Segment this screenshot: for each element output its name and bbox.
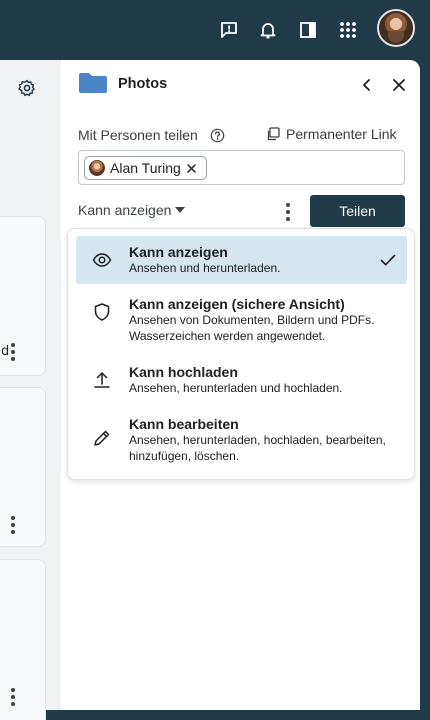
more-options-icon[interactable] <box>280 201 296 223</box>
check-icon <box>380 254 396 266</box>
file-card[interactable] <box>0 387 46 547</box>
menu-item-title: Kann anzeigen (sichere Ansicht) <box>129 296 345 312</box>
gear-icon[interactable] <box>17 78 37 98</box>
card-more-icon[interactable] <box>10 343 16 361</box>
menu-item-description: Ansehen, herunterladen und hochladen. <box>129 381 343 395</box>
card-more-icon[interactable] <box>10 516 16 534</box>
shield-icon <box>94 303 110 321</box>
menu-item-title: Kann hochladen <box>129 364 238 380</box>
permanent-link-label: Permanenter Link <box>286 126 397 142</box>
menu-item-title: Kann anzeigen <box>129 244 228 260</box>
help-circle-icon[interactable] <box>210 128 225 143</box>
apps-grid-icon[interactable] <box>336 18 360 42</box>
file-card[interactable]: d <box>0 216 46 376</box>
caret-down-icon <box>175 207 186 213</box>
bell-icon[interactable] <box>256 18 280 42</box>
remove-chip-icon[interactable] <box>186 162 198 174</box>
menu-item-edit[interactable]: Kann bearbeiten Ansehen, herunterladen, … <box>76 408 407 472</box>
share-recipients-input[interactable]: Alan Turing <box>78 150 405 185</box>
panel-icon[interactable] <box>296 18 320 42</box>
menu-item-description: Ansehen und herunterladen. <box>129 261 281 275</box>
recipient-chip[interactable]: Alan Turing <box>84 156 207 180</box>
permission-menu: Kann anzeigen Ansehen und herunterladen.… <box>67 228 415 480</box>
close-icon[interactable] <box>389 75 409 95</box>
permission-dropdown[interactable]: Kann anzeigen <box>78 202 186 218</box>
background-app-area: d <box>0 60 61 720</box>
chip-name: Alan Turing <box>110 160 181 176</box>
menu-item-description: Ansehen, herunterladen, hochladen, bearb… <box>129 433 386 463</box>
user-avatar[interactable] <box>377 9 415 47</box>
share-button[interactable]: Teilen <box>310 195 405 227</box>
file-card[interactable] <box>0 559 46 720</box>
menu-item-description: Ansehen von Dokumenten, Bildern und PDFs… <box>129 313 375 343</box>
feedback-icon[interactable] <box>217 18 241 42</box>
chip-avatar <box>89 160 105 176</box>
top-bar <box>0 0 430 60</box>
share-with-people-label: Mit Personen teilen <box>78 127 198 143</box>
card-more-icon[interactable] <box>10 688 16 706</box>
menu-item-view[interactable]: Kann anzeigen Ansehen und herunterladen. <box>76 236 407 284</box>
pencil-icon <box>94 430 110 446</box>
menu-item-title: Kann bearbeiten <box>129 416 239 432</box>
panel-header: Photos <box>61 60 420 110</box>
panel-title: Photos <box>118 76 168 92</box>
copy-icon <box>267 127 280 141</box>
menu-item-secure-view[interactable]: Kann anzeigen (sichere Ansicht) Ansehen … <box>76 288 407 352</box>
permanent-link-button[interactable]: Permanenter Link <box>266 126 397 142</box>
menu-item-upload[interactable]: Kann hochladen Ansehen, herunterladen un… <box>76 356 407 404</box>
share-panel: Photos Mit Personen teilen Permanenter L… <box>61 60 420 710</box>
folder-icon <box>79 73 107 93</box>
eye-icon <box>92 253 112 267</box>
permission-dropdown-label: Kann anzeigen <box>78 202 172 218</box>
card-partial-text: d <box>1 344 10 359</box>
back-chevron-icon[interactable] <box>357 75 377 95</box>
upload-icon <box>94 372 110 388</box>
